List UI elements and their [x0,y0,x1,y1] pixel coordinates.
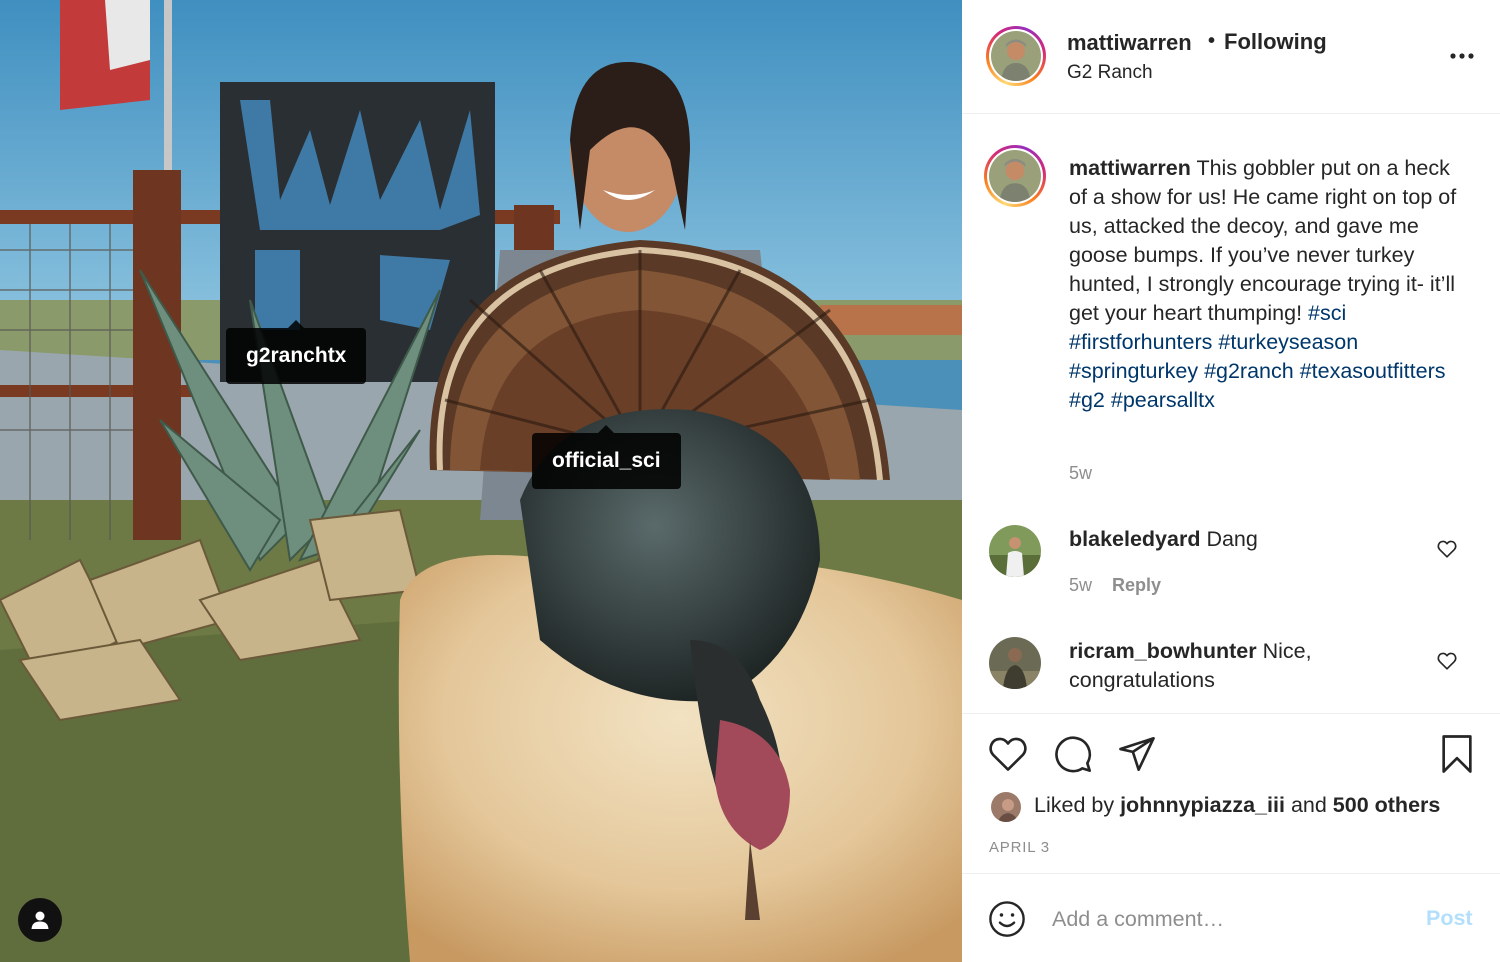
hashtag-link[interactable]: #sci [1308,301,1346,325]
hashtag-link[interactable]: #g2 [1069,388,1105,412]
post-header: mattiwarren • Following G2 Ranch [962,0,1500,114]
hashtag-link[interactable]: #firstforhunters [1069,330,1212,354]
comment-meta: 5w Reply [1069,575,1161,596]
hashtag-link[interactable]: #g2ranch [1204,359,1294,383]
commenter-avatar-image [989,525,1041,577]
post-actions: Liked by johnnypiazza_iii and 500 others… [962,713,1500,873]
caption-username[interactable]: mattiwarren [1069,156,1191,180]
comment-like-button[interactable] [1434,648,1460,674]
comment-username[interactable]: blakeledyard [1069,527,1200,551]
reply-button[interactable]: Reply [1112,575,1161,595]
post-date[interactable]: APRIL 3 [989,839,1050,856]
liker-avatar[interactable] [989,790,1023,824]
more-dots-icon [1450,53,1474,59]
separator-dot: • [1208,30,1216,52]
comment-like-button[interactable] [1434,536,1460,562]
comment: ricram_bowhunter Nice, congratulations [1069,637,1429,695]
post-caption: mattiwarren This gobbler put on a heck o… [1069,154,1469,415]
comment-timestamp[interactable]: 5w [1069,575,1092,595]
heart-outline-icon [1437,652,1457,670]
paper-plane-icon [1119,736,1155,772]
liked-and-label: and [1290,793,1327,817]
post-photo[interactable]: g2ranchtx official_sci [0,0,962,962]
author-avatar[interactable] [986,26,1046,86]
smiley-face-icon [989,901,1025,937]
photo-user-tag[interactable]: official_sci [532,425,681,489]
caption-text: This gobbler put on a heck of a show for… [1069,156,1457,325]
caption-author-avatar[interactable] [984,145,1046,207]
speech-bubble-icon [1055,736,1092,773]
comment-username[interactable]: ricram_bowhunter [1069,639,1257,663]
bookmark-icon [1442,735,1472,773]
hashtag-link[interactable]: #springturkey [1069,359,1198,383]
post-location[interactable]: G2 Ranch [1067,62,1153,84]
liker-avatar-image [991,792,1021,822]
turkey-hunt-photo [0,0,962,962]
share-button[interactable] [1114,731,1160,777]
liked-by-label: Liked by [1034,793,1115,817]
caption-timestamp[interactable]: 5w [1069,463,1092,484]
user-tags-button[interactable] [18,898,62,942]
commenter-avatar[interactable] [989,525,1041,577]
author-avatar-image [989,150,1041,202]
hashtag-link[interactable]: #texasoutfitters [1300,359,1446,383]
emoji-button[interactable] [986,898,1028,940]
save-button[interactable] [1434,731,1480,777]
photo-user-tag[interactable]: g2ranchtx [226,320,367,384]
more-options-button[interactable] [1440,34,1484,78]
post-details-panel: mattiwarren • Following G2 Ranch mattiwa… [962,0,1500,962]
hashtag-link[interactable]: #pearsalltx [1111,388,1215,412]
comment-input[interactable] [1052,900,1392,938]
comment-text: Dang [1206,527,1258,551]
comment-composer: Post [962,873,1500,962]
commenter-avatar-image [989,637,1041,689]
like-button[interactable] [985,731,1031,777]
hashtag-link[interactable]: #turkeyseason [1218,330,1358,354]
comment-button[interactable] [1050,731,1096,777]
heart-outline-icon [1437,540,1457,558]
author-username[interactable]: mattiwarren [1067,30,1192,56]
commenter-avatar[interactable] [989,637,1041,689]
heart-outline-icon [989,737,1027,771]
liker-username[interactable]: johnnypiazza_iii [1120,793,1285,817]
author-avatar-image [991,31,1041,81]
post-comment-button[interactable]: Post [1426,906,1473,931]
person-icon [31,911,49,929]
following-button[interactable]: Following [1224,29,1327,55]
likes-summary: Liked by johnnypiazza_iii and 500 others [1034,793,1440,818]
comment: blakeledyard Dang [1069,525,1429,554]
likes-others-link[interactable]: 500 others [1333,793,1441,817]
